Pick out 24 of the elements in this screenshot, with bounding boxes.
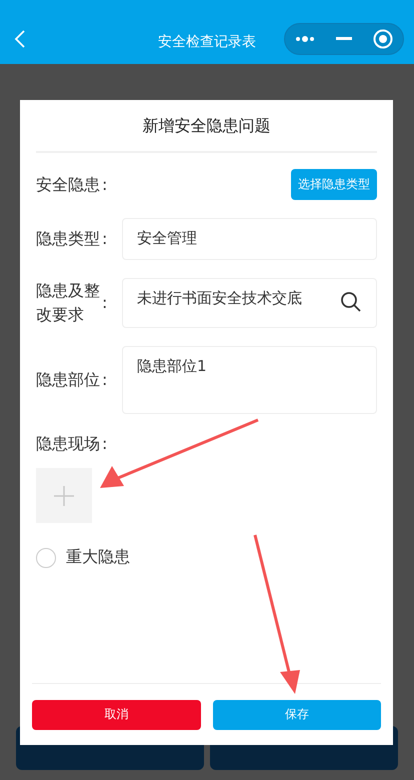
- colon: :: [102, 369, 108, 391]
- more-icon[interactable]: [295, 35, 316, 43]
- field-label: 安全隐患: [36, 174, 101, 196]
- back-icon[interactable]: [14, 30, 26, 48]
- field-label: 隐患部位: [36, 369, 101, 391]
- colon: :: [102, 433, 108, 455]
- field-label: 隐患现场: [36, 433, 101, 455]
- search-field[interactable]: 未进行书面安全技术交底: [122, 278, 377, 328]
- radio-button[interactable]: [36, 548, 56, 568]
- field-label: 隐患类型: [36, 228, 101, 250]
- close-icon[interactable]: [372, 29, 393, 49]
- field-label: 隐患及整改要求: [36, 280, 101, 326]
- colon: :: [102, 174, 108, 196]
- colon: :: [102, 228, 108, 250]
- colon: :: [102, 292, 108, 314]
- plus-icon: [53, 484, 75, 506]
- input-field[interactable]: 安全管理: [122, 218, 377, 260]
- dialog-title: 新增安全隐患问题: [36, 100, 377, 153]
- text-area[interactable]: 隐患部位1: [122, 346, 377, 414]
- minimize-icon[interactable]: [336, 37, 352, 41]
- search-icon[interactable]: [340, 291, 362, 313]
- radio-label: 重大隐患: [66, 547, 130, 568]
- cancel-button[interactable]: 取消: [32, 700, 200, 730]
- nav-title: 安全检查记录表: [157, 33, 257, 51]
